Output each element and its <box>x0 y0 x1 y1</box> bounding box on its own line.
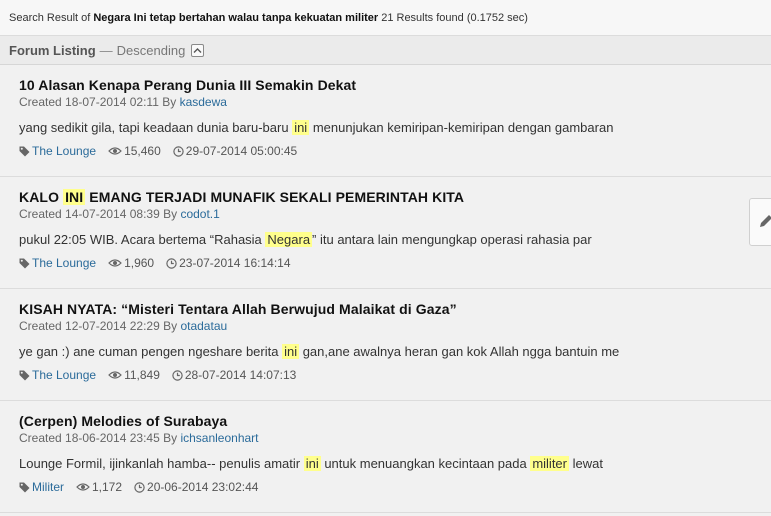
last-post-stat: 28-07-2014 14:07:13 <box>172 367 296 383</box>
thread-snippet: pukul 22:05 WIB. Acara bertema “Rahasia … <box>19 231 752 249</box>
title-text: (Cerpen) Melodies of Surabaya <box>19 413 228 429</box>
clock-icon <box>166 257 177 269</box>
created-info: Created 14-07-2014 08:39 By <box>19 207 181 221</box>
clock-icon <box>134 481 145 493</box>
forum-link[interactable]: Militer <box>32 479 64 495</box>
highlighted-term: INI <box>63 189 86 205</box>
thread-item: 10 Alasan Kenapa Perang Dunia III Semaki… <box>0 65 771 177</box>
eye-icon <box>108 147 122 155</box>
results-list: 10 Alasan Kenapa Perang Dunia III Semaki… <box>0 65 771 513</box>
eye-icon <box>108 259 122 267</box>
thread-title[interactable]: KISAH NYATA: “Misteri Tentara Allah Berw… <box>19 300 752 318</box>
search-prefix: Search Result of <box>9 11 91 24</box>
side-tab[interactable] <box>749 198 771 246</box>
views-stat: 15,460 <box>108 143 161 159</box>
clock-icon <box>172 369 183 381</box>
tag-icon <box>19 146 30 156</box>
created-info: Created 12-07-2014 22:29 By <box>19 319 181 333</box>
last-post-time: 23-07-2014 16:14:14 <box>179 256 291 270</box>
thread-title[interactable]: KALO INI EMANG TERJADI MUNAFIK SEKALI PE… <box>19 188 752 206</box>
thread-snippet: yang sedikit gila, tapi keadaan dunia ba… <box>19 119 752 137</box>
author-link[interactable]: codot.1 <box>180 207 219 221</box>
forum-stat: The Lounge <box>19 143 96 159</box>
author-link[interactable]: kasdewa <box>180 95 227 109</box>
snippet-text: gan,ane awalnya heran gan kok Allah ngga… <box>299 344 620 359</box>
views-count: 1,960 <box>124 256 155 270</box>
forum-stat: The Lounge <box>19 255 96 271</box>
views-stat: 1,172 <box>76 479 122 495</box>
thread-meta: Created 14-07-2014 08:39 By codot.1 <box>19 207 752 222</box>
clock-icon <box>173 145 184 157</box>
highlighted-term: ini <box>303 456 321 471</box>
tag-icon <box>19 370 30 380</box>
snippet-text: ye gan :) ane cuman pengen ngeshare beri… <box>19 344 283 359</box>
eye-icon <box>76 483 90 491</box>
snippet-text: untuk menuangkan kecintaan pada <box>320 456 531 471</box>
search-summary: Search Result of Negara Ini tetap bertah… <box>0 0 771 36</box>
thread-item: KISAH NYATA: “Misteri Tentara Allah Berw… <box>0 289 771 401</box>
results-count: 21 Results found (0.1752 sec) <box>381 11 528 24</box>
thread-meta: Created 18-07-2014 02:11 By kasdewa <box>19 95 752 110</box>
thread-snippet: Lounge Formil, ijinkanlah hamba-- penuli… <box>19 455 752 473</box>
chevron-up-icon <box>193 47 202 53</box>
snippet-text: pukul 22:05 WIB. Acara bertema “Rahasia <box>19 232 266 247</box>
last-post-time: 20-06-2014 23:02:44 <box>147 480 259 494</box>
forum-link[interactable]: The Lounge <box>32 367 96 383</box>
tag-icon <box>19 482 30 492</box>
views-count: 11,849 <box>124 368 160 382</box>
highlighted-term: ini <box>282 344 300 359</box>
thread-title[interactable]: (Cerpen) Melodies of Surabaya <box>19 412 752 430</box>
snippet-text: Lounge Formil, ijinkanlah hamba-- penuli… <box>19 456 304 471</box>
listing-label: Forum Listing <box>9 42 96 58</box>
forum-link[interactable]: The Lounge <box>32 143 96 159</box>
title-text: EMANG TERJADI MUNAFIK SEKALI PEMERINTAH … <box>85 189 465 205</box>
title-text: 10 Alasan Kenapa Perang Dunia III Semaki… <box>19 77 357 93</box>
views-count: 1,172 <box>92 480 123 494</box>
forum-stat: Militer <box>19 479 64 495</box>
listing-separator: — <box>99 42 113 58</box>
thread-item: KALO INI EMANG TERJADI MUNAFIK SEKALI PE… <box>0 177 771 289</box>
eye-icon <box>108 371 122 379</box>
thread-snippet: ye gan :) ane cuman pengen ngeshare beri… <box>19 343 752 361</box>
created-info: Created 18-06-2014 23:45 By <box>19 431 181 445</box>
views-stat: 11,849 <box>108 367 160 383</box>
last-post-stat: 29-07-2014 05:00:45 <box>173 143 297 159</box>
search-query: Negara Ini tetap bertahan walau tanpa ke… <box>93 11 379 24</box>
snippet-text: yang sedikit gila, tapi keadaan dunia ba… <box>19 120 293 135</box>
thread-title[interactable]: 10 Alasan Kenapa Perang Dunia III Semaki… <box>19 76 752 94</box>
views-stat: 1,960 <box>108 255 154 271</box>
thread-stats: Militer 1,172 20-06-2014 23:02:44 <box>19 479 752 495</box>
snippet-text: lewat <box>569 456 603 471</box>
thread-stats: The Lounge 1,960 23-07-2014 16:14:14 <box>19 255 752 271</box>
thread-item: (Cerpen) Melodies of Surabaya Created 18… <box>0 401 771 513</box>
tag-icon <box>19 258 30 268</box>
author-link[interactable]: ichsanleonhart <box>180 431 258 445</box>
thread-stats: The Lounge 15,460 29-07-2014 05:00:45 <box>19 143 752 159</box>
forum-link[interactable]: The Lounge <box>32 255 96 271</box>
forum-stat: The Lounge <box>19 367 96 383</box>
thread-meta: Created 12-07-2014 22:29 By otadatau <box>19 319 752 334</box>
last-post-time: 28-07-2014 14:07:13 <box>184 368 297 382</box>
thread-meta: Created 18-06-2014 23:45 By ichsanleonha… <box>19 431 752 446</box>
pencil-icon <box>760 215 771 227</box>
highlighted-term: militer <box>530 456 569 471</box>
snippet-text: ” itu antara lain mengungkap operasi rah… <box>312 232 592 247</box>
highlighted-term: ini <box>292 120 310 135</box>
highlighted-term: Negara <box>265 232 313 247</box>
created-info: Created 18-07-2014 02:11 By <box>19 95 180 109</box>
last-post-time: 29-07-2014 05:00:45 <box>185 144 298 158</box>
last-post-stat: 20-06-2014 23:02:44 <box>134 479 258 495</box>
last-post-stat: 23-07-2014 16:14:14 <box>166 255 291 271</box>
title-text: KISAH NYATA: “Misteri Tentara Allah Berw… <box>19 301 457 317</box>
author-link[interactable]: otadatau <box>180 319 227 333</box>
views-count: 15,460 <box>124 144 161 158</box>
forum-listing-header: Forum Listing — Descending <box>0 36 771 65</box>
thread-stats: The Lounge 11,849 28-07-2014 14:07:13 <box>19 367 752 383</box>
snippet-text: menunjukan kemiripan-kemiripan dengan ga… <box>309 120 614 135</box>
collapse-button[interactable] <box>191 43 205 57</box>
sort-order: Descending <box>116 42 186 58</box>
title-text: KALO <box>19 189 64 205</box>
